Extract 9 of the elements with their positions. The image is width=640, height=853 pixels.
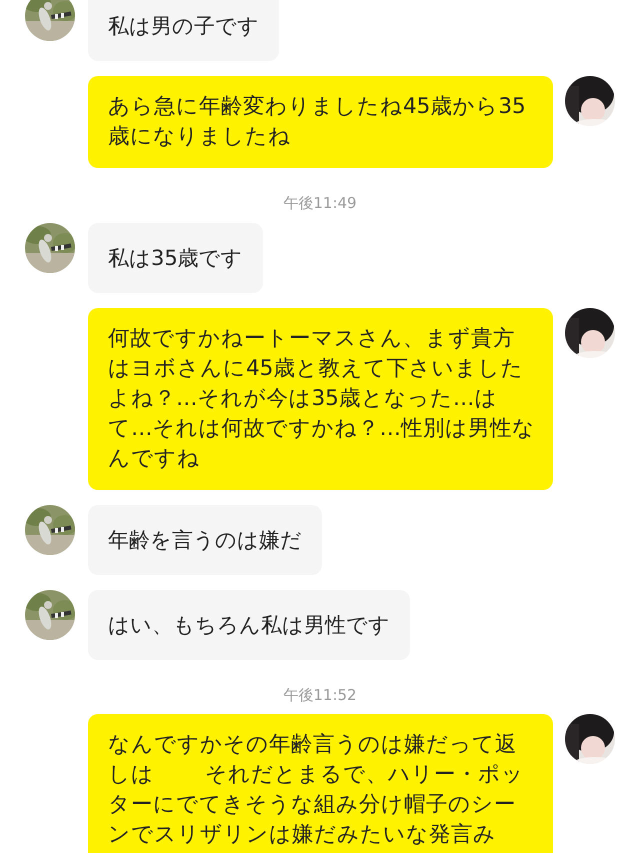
message-bubble: 年齢を言うのは嫌だ: [88, 504, 322, 574]
message-bubble: 私は男の子です: [88, 0, 279, 61]
message-bubble: 何故ですかねートーマスさん、まず貴方はヨボさんに45歳と教えて下さいましたよね？…それが今は35歳となった…はて…それは何故ですかね？…性別は男性なんですね: [88, 308, 553, 490]
timestamp: 午後11:49: [283, 193, 357, 214]
message-bubble: なんですかその年齢言うのは嫌だって返しは それだとまるで、ハリー・ポッターにでてきそうな組み分け帽子のシーンでスリザリンは嫌だみたいな発言み: [88, 714, 553, 853]
message-bubble: 私は35歳です: [88, 222, 263, 292]
message-bubble: あら急に年齢変わりましたね45歳から35歳になりましたね: [88, 76, 553, 168]
message-bubble: はい、もちろん私は男性です: [88, 590, 410, 660]
timestamp: 午後11:52: [283, 684, 357, 706]
